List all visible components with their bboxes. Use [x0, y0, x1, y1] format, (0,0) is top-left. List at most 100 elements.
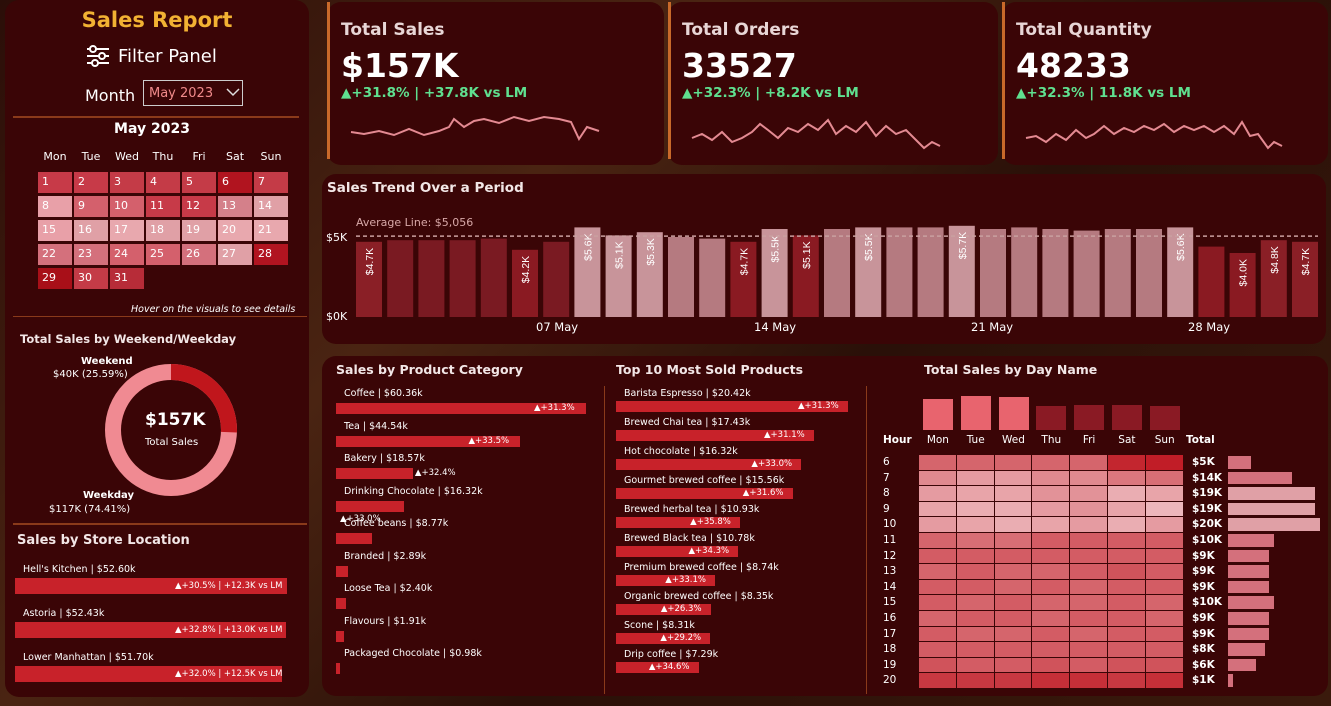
heatmap-cell[interactable] — [956, 611, 994, 626]
heatmap-cell[interactable] — [1032, 579, 1070, 595]
calendar-day[interactable]: 24 — [110, 244, 144, 265]
heatmap-cell[interactable] — [1145, 501, 1183, 517]
calendar-day[interactable]: 31 — [110, 268, 144, 289]
heatmap-cell[interactable] — [994, 501, 1032, 517]
heatmap-cell[interactable] — [1145, 533, 1183, 548]
trend-bar[interactable] — [1073, 230, 1100, 317]
calendar-day[interactable]: 28 — [254, 244, 288, 265]
heatmap-cell[interactable] — [1070, 486, 1107, 501]
calendar-day[interactable]: 12 — [182, 196, 216, 217]
heatmap-cell[interactable] — [1145, 595, 1183, 610]
sales-trend-chart[interactable]: Sales Trend Over a Period Average Line: … — [322, 174, 1326, 344]
heatmap-cell[interactable] — [1108, 564, 1145, 579]
heatmap-cell[interactable] — [919, 611, 956, 626]
category-bar[interactable] — [336, 500, 404, 512]
heatmap-cell[interactable] — [919, 517, 956, 532]
heatmap-cell[interactable] — [1032, 673, 1070, 688]
day-total-block[interactable] — [923, 398, 953, 430]
trend-bar[interactable] — [1136, 229, 1162, 317]
heatmap-cell[interactable] — [1032, 517, 1070, 532]
heatmap-cell[interactable] — [919, 455, 956, 470]
calendar-day[interactable]: 15 — [38, 220, 72, 241]
calendar-day[interactable]: 7 — [254, 172, 288, 193]
heatmap-cell[interactable] — [1108, 470, 1145, 486]
calendar-day[interactable]: 8 — [38, 196, 72, 217]
trend-bar[interactable] — [917, 227, 944, 317]
heatmap-cell[interactable] — [994, 626, 1032, 642]
hour-total-bar[interactable] — [1228, 674, 1233, 687]
calendar-day[interactable]: 2 — [74, 172, 108, 193]
hour-total-bar[interactable] — [1228, 456, 1251, 469]
heatmap-cell[interactable] — [919, 533, 956, 548]
heatmap-cell[interactable] — [1145, 470, 1183, 486]
calendar-day[interactable]: 16 — [74, 220, 108, 241]
heatmap-cell[interactable] — [1145, 626, 1183, 642]
heatmap-cell[interactable] — [919, 579, 956, 595]
heatmap-cell[interactable] — [1070, 579, 1107, 595]
heatmap-cell[interactable] — [1108, 657, 1145, 673]
trend-bar[interactable] — [449, 240, 476, 317]
heatmap-cell[interactable] — [956, 564, 994, 579]
day-total-block[interactable] — [1112, 404, 1142, 430]
heatmap-cell[interactable] — [994, 579, 1032, 595]
calendar-day[interactable]: 22 — [38, 244, 72, 265]
heatmap-cell[interactable] — [994, 517, 1032, 532]
heatmap-cell[interactable] — [994, 455, 1032, 470]
calendar-day[interactable]: 19 — [182, 220, 216, 241]
trend-bar[interactable] — [480, 238, 507, 317]
heatmap-cell[interactable] — [1108, 642, 1145, 657]
heatmap-cell[interactable] — [1108, 626, 1145, 642]
trend-bar[interactable] — [543, 241, 570, 317]
heatmap-cell[interactable] — [1070, 517, 1107, 532]
heatmap-cell[interactable] — [919, 486, 956, 501]
heatmap-cell[interactable] — [1070, 455, 1107, 470]
heatmap-cell[interactable] — [1070, 657, 1107, 673]
heatmap-cell[interactable] — [1145, 642, 1183, 657]
calendar-day[interactable]: 5 — [182, 172, 216, 193]
category-bar[interactable] — [336, 565, 348, 577]
calendar-day[interactable]: 25 — [146, 244, 180, 265]
hour-total-bar[interactable] — [1228, 565, 1270, 578]
hour-total-bar[interactable] — [1228, 549, 1270, 563]
heatmap-cell[interactable] — [994, 673, 1032, 688]
heatmap-cell[interactable] — [956, 657, 994, 673]
calendar-day[interactable]: 1 — [38, 172, 72, 193]
calendar-day[interactable]: 18 — [146, 220, 180, 241]
heatmap-cell[interactable] — [956, 533, 994, 548]
category-bar[interactable] — [336, 663, 341, 674]
heatmap-cell[interactable] — [1145, 564, 1183, 579]
hour-total-bar[interactable] — [1228, 658, 1256, 672]
calendar-day[interactable]: 20 — [218, 220, 252, 241]
hour-total-bar[interactable] — [1228, 643, 1265, 656]
calendar-day[interactable]: 13 — [218, 196, 252, 217]
trend-bar[interactable] — [886, 227, 913, 317]
heatmap-cell[interactable] — [1032, 611, 1070, 626]
heatmap-cell[interactable] — [1070, 626, 1107, 642]
trend-bar[interactable] — [824, 229, 850, 317]
day-total-block[interactable] — [998, 397, 1029, 430]
hour-total-bar[interactable] — [1228, 502, 1316, 516]
calendar-day[interactable]: 6 — [218, 172, 252, 193]
heatmap-cell[interactable] — [1070, 564, 1107, 579]
heatmap-cell[interactable] — [956, 673, 994, 688]
heatmap-cell[interactable] — [956, 455, 994, 470]
heatmap-cell[interactable] — [919, 657, 956, 673]
heatmap-cell[interactable] — [994, 564, 1032, 579]
heatmap-cell[interactable] — [1145, 579, 1183, 595]
calendar-day[interactable]: 11 — [146, 196, 180, 217]
heatmap-cell[interactable] — [919, 595, 956, 610]
calendar-day[interactable]: 14 — [254, 196, 288, 217]
kpi-card-orders[interactable]: Total Orders 33527 ▲+32.3% | +8.2K vs LM — [668, 2, 998, 165]
heatmap-cell[interactable] — [994, 486, 1032, 501]
heatmap-cell[interactable] — [1070, 501, 1107, 517]
calendar-day[interactable]: 9 — [74, 196, 108, 217]
heatmap-cell[interactable] — [956, 548, 994, 564]
month-select[interactable]: May 2023 — [143, 80, 243, 106]
heatmap-cell[interactable] — [1032, 501, 1070, 517]
heatmap-cell[interactable] — [956, 595, 994, 610]
heatmap-cell[interactable] — [1032, 470, 1070, 486]
heatmap-cell[interactable] — [919, 548, 956, 564]
calendar-day[interactable]: 4 — [146, 172, 180, 193]
hour-total-bar[interactable] — [1228, 534, 1274, 547]
category-bar[interactable] — [336, 468, 413, 479]
